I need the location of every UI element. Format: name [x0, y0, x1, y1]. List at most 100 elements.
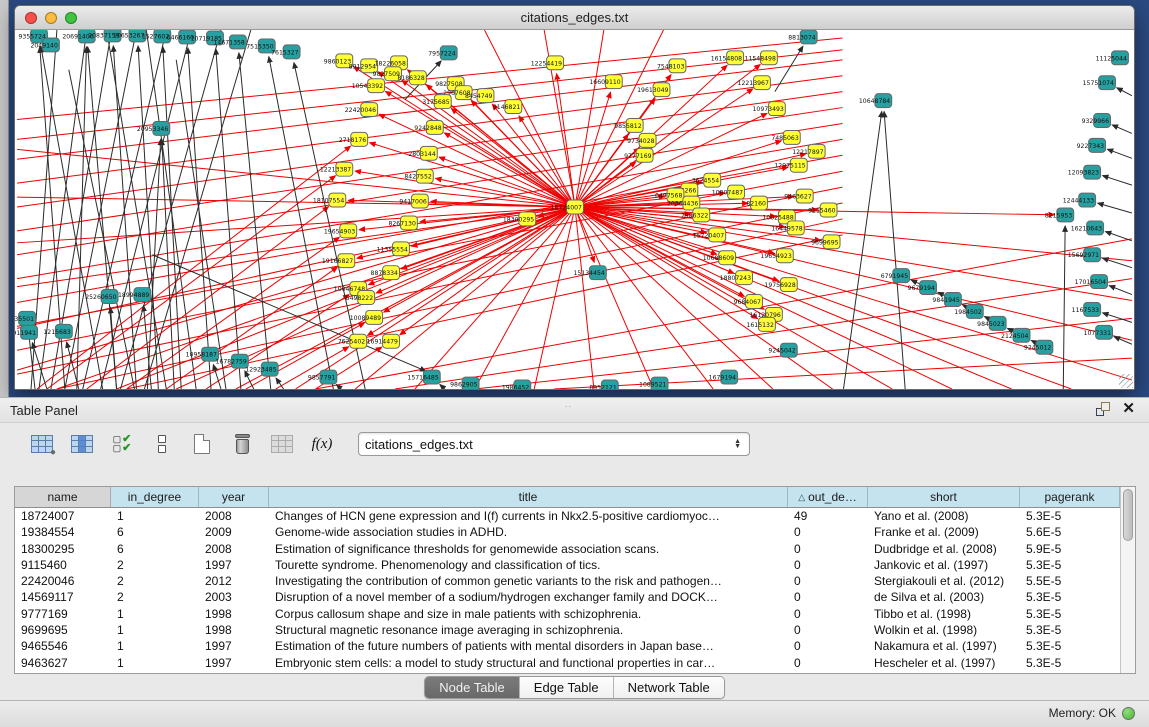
table-cell[interactable]: 9777169	[15, 606, 111, 622]
table-cell[interactable]: Jankovic et al. (1997)	[868, 557, 1020, 573]
table-cell[interactable]: 6	[111, 524, 199, 540]
network-canvas[interactable]: 9860123891295418226058982750910543392818…	[15, 30, 1134, 389]
table-cell[interactable]: 2009	[199, 524, 269, 540]
table-settings-button[interactable]	[28, 430, 56, 458]
table-cell[interactable]: 2008	[199, 541, 269, 557]
table-row[interactable]: 1938455462009Genome-wide association stu…	[15, 524, 1120, 540]
zoom-window-button[interactable]	[65, 12, 77, 24]
table-cell[interactable]: Dudbridge et al. (2008)	[868, 541, 1020, 557]
close-window-button[interactable]	[25, 12, 37, 24]
table-cell[interactable]: 5.3E-5	[1020, 622, 1120, 638]
table-cell[interactable]: de Silva et al. (2003)	[868, 589, 1020, 605]
table-cell[interactable]: 0	[788, 573, 868, 589]
table-cell[interactable]: 5.9E-5	[1020, 541, 1120, 557]
table-cell[interactable]: 5.3E-5	[1020, 508, 1120, 524]
table-cell[interactable]: Yano et al. (2008)	[868, 508, 1020, 524]
table-cell[interactable]: 1998	[199, 622, 269, 638]
table-cell[interactable]: 5.3E-5	[1020, 655, 1120, 671]
tab-node-table[interactable]: Node Table	[425, 677, 520, 698]
table-panel-header[interactable]: .. Table Panel ✕	[0, 398, 1149, 423]
table-row[interactable]: 1456911722003Disruption of a novel membe…	[15, 589, 1120, 605]
window-resize-grip[interactable]	[1119, 374, 1133, 388]
table-cell[interactable]: 0	[788, 622, 868, 638]
table-cell[interactable]: Structural magnetic resonance image aver…	[269, 622, 788, 638]
table-cell[interactable]: Estimation of significance thresholds fo…	[269, 541, 788, 557]
column-header-name[interactable]: name	[15, 487, 111, 507]
table-row[interactable]: 969969511998Structural magnetic resonanc…	[15, 622, 1120, 638]
table-cell[interactable]: 9463627	[15, 655, 111, 671]
table-cell[interactable]: 1	[111, 638, 199, 654]
table-cell[interactable]: 1997	[199, 638, 269, 654]
tab-edge-table[interactable]: Edge Table	[520, 677, 614, 698]
show-columns-button[interactable]	[68, 430, 96, 458]
column-header-indegree[interactable]: in_degree	[111, 487, 199, 507]
table-cell[interactable]: 9465546	[15, 638, 111, 654]
table-cell[interactable]: 0	[788, 541, 868, 557]
table-cell[interactable]: 9115460	[15, 557, 111, 573]
column-header-year[interactable]: year	[199, 487, 269, 507]
table-cell[interactable]: Genome-wide association studies in ADHD.	[269, 524, 788, 540]
table-row[interactable]: 946554611997Estimation of the future num…	[15, 638, 1120, 654]
table-cell[interactable]: Investigating the contribution of common…	[269, 573, 788, 589]
table-cell[interactable]: 2003	[199, 589, 269, 605]
table-cell[interactable]: Hescheler et al. (1997)	[868, 655, 1020, 671]
table-cell[interactable]: 2	[111, 557, 199, 573]
function-builder-button[interactable]: f(x)	[308, 430, 336, 458]
table-cell[interactable]: Tibbo et al. (1998)	[868, 606, 1020, 622]
table-cell[interactable]: Disruption of a novel member of a sodium…	[269, 589, 788, 605]
table-scrollbar[interactable]	[1120, 487, 1135, 673]
table-row[interactable]: 911546021997Tourette syndrome. Phenomeno…	[15, 557, 1120, 573]
table-row[interactable]: 1872400712008Changes of HCN gene express…	[15, 508, 1120, 524]
table-cell[interactable]: 5.3E-5	[1020, 606, 1120, 622]
table-cell[interactable]: 5.3E-5	[1020, 557, 1120, 573]
table-scrollbar-thumb[interactable]	[1123, 489, 1133, 541]
select-columns-button[interactable]: ✔✔	[108, 430, 136, 458]
table-cell[interactable]: 9699695	[15, 622, 111, 638]
create-column-button[interactable]	[188, 430, 216, 458]
table-cell[interactable]: 1997	[199, 557, 269, 573]
minimize-window-button[interactable]	[45, 12, 57, 24]
close-panel-icon[interactable]: ✕	[1122, 402, 1135, 416]
column-header-title[interactable]: title	[269, 487, 788, 507]
table-cell[interactable]: 2008	[199, 508, 269, 524]
column-header-pagerank[interactable]: pagerank	[1020, 487, 1120, 507]
table-cell[interactable]: 1	[111, 622, 199, 638]
table-cell[interactable]: Changes of HCN gene expression and I(f) …	[269, 508, 788, 524]
table-cell[interactable]: 1997	[199, 655, 269, 671]
table-cell[interactable]: 49	[788, 508, 868, 524]
table-cell[interactable]: 2	[111, 589, 199, 605]
table-cell[interactable]: Stergiakouli et al. (2012)	[868, 573, 1020, 589]
table-cell[interactable]: 2012	[199, 573, 269, 589]
column-header-short[interactable]: short	[868, 487, 1020, 507]
delete-column-button[interactable]	[228, 430, 256, 458]
table-cell[interactable]: Wolkin et al. (1998)	[868, 622, 1020, 638]
table-cell[interactable]: 5.5E-5	[1020, 573, 1120, 589]
table-cell[interactable]: 18300295	[15, 541, 111, 557]
table-row[interactable]: 946362711997Embryonic stem cells: a mode…	[15, 655, 1120, 671]
table-cell[interactable]: 0	[788, 557, 868, 573]
tab-network-table[interactable]: Network Table	[614, 677, 724, 698]
table-row[interactable]: 2242004622012Investigating the contribut…	[15, 573, 1120, 589]
table-cell[interactable]: 5.3E-5	[1020, 638, 1120, 654]
splitter-grip[interactable]: ..	[565, 399, 572, 409]
table-cell[interactable]: 22420046	[15, 573, 111, 589]
network-view-window[interactable]: citations_edges.txt 98601238912954182260…	[14, 5, 1135, 390]
table-selector-dropdown[interactable]: citations_edges.txt ▲▼	[358, 432, 750, 456]
table-cell[interactable]: Embryonic stem cells: a model to study s…	[269, 655, 788, 671]
network-canvas-wrap[interactable]: 9860123891295418226058982750910543392818…	[15, 30, 1134, 389]
table-cell[interactable]: 0	[788, 638, 868, 654]
table-cell[interactable]: 5.3E-5	[1020, 589, 1120, 605]
row-height-button[interactable]	[148, 430, 176, 458]
import-table-button[interactable]	[268, 430, 296, 458]
float-panel-icon[interactable]	[1096, 402, 1110, 416]
table-cell[interactable]: 2	[111, 573, 199, 589]
table-cell[interactable]: Tourette syndrome. Phenomenology and cla…	[269, 557, 788, 573]
table-cell[interactable]: Corpus callosum shape and size in male p…	[269, 606, 788, 622]
table-cell[interactable]: 1	[111, 655, 199, 671]
table-cell[interactable]: 0	[788, 655, 868, 671]
memory-status-indicator[interactable]	[1122, 707, 1135, 720]
table-cell[interactable]: 14569117	[15, 589, 111, 605]
table-cell[interactable]: Estimation of the future numbers of pati…	[269, 638, 788, 654]
window-titlebar[interactable]: citations_edges.txt	[15, 6, 1134, 30]
table-cell[interactable]: 1998	[199, 606, 269, 622]
